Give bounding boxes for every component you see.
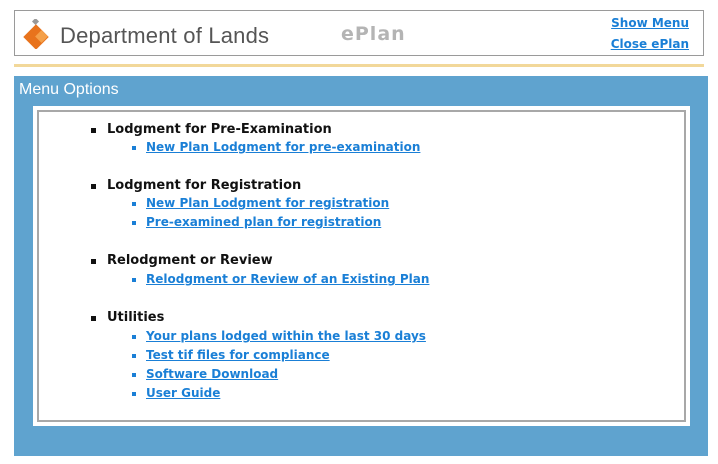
section-title-utilities: Utilities	[90, 310, 165, 325]
link-new-plan-registration[interactable]: New Plan Lodgment for registration	[131, 196, 389, 210]
link-user-guide[interactable]: User Guide	[131, 386, 220, 400]
section-title-pre-examination: Lodgment for Pre-Examination	[91, 122, 332, 137]
section-title-relodgment: Relodgment or Review	[91, 253, 273, 268]
header-separator	[14, 64, 704, 67]
link-plans-last-30-days[interactable]: Your plans lodged within the last 30 day…	[132, 329, 426, 343]
show-menu-link[interactable]: Show Menu	[611, 16, 689, 30]
close-eplan-link[interactable]: Close ePlan	[611, 37, 689, 51]
link-relodgment-review[interactable]: Relodgment or Review of an Existing Plan	[131, 272, 429, 286]
department-name: Department of Lands	[60, 23, 270, 48]
link-software-download[interactable]: Software Download	[131, 367, 278, 381]
department-logo-icon	[23, 19, 49, 49]
page-header: Department of Lands ePlan Show Menu Clos…	[14, 10, 704, 56]
panel-title: Menu Options	[19, 81, 119, 98]
menu-box: Lodgment for Pre-Examination New Plan Lo…	[33, 106, 690, 426]
menu-options-panel: Menu Options Lodgment for Pre-Examinatio…	[14, 76, 708, 456]
app-name: ePlan	[341, 23, 406, 45]
link-test-tif-files[interactable]: Test tif files for compliance	[132, 348, 330, 362]
link-new-plan-pre-examination[interactable]: New Plan Lodgment for pre-examination	[131, 140, 420, 154]
section-title-registration: Lodgment for Registration	[90, 178, 302, 193]
link-pre-examined-plan-registration[interactable]: Pre-examined plan for registration	[131, 215, 381, 229]
